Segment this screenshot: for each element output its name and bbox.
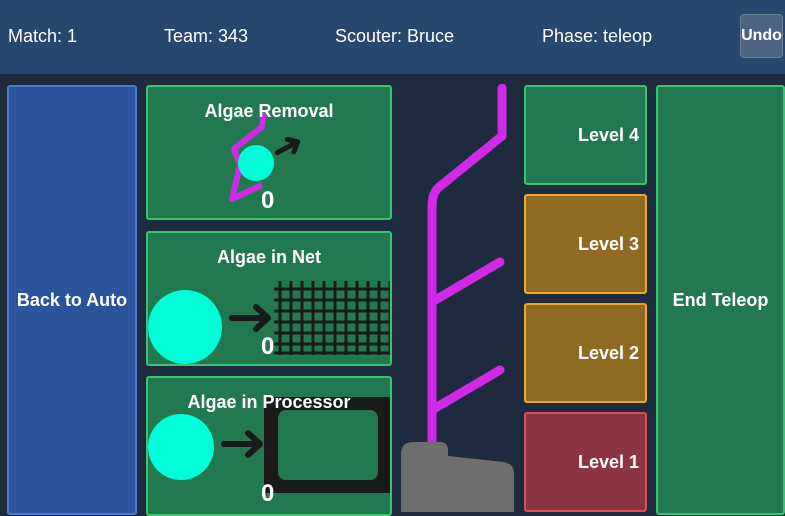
end-teleop-button[interactable]: End Teleop bbox=[656, 85, 785, 515]
reef-branch-icon bbox=[401, 84, 514, 512]
back-to-auto-label: Back to Auto bbox=[16, 289, 128, 310]
algae-in-processor-count: 0 bbox=[261, 480, 275, 507]
algae-ball-icon bbox=[148, 414, 214, 480]
team-label: Team: 343 bbox=[164, 26, 249, 46]
algae-removal-button[interactable]: Algae Removal 0 bbox=[146, 85, 392, 220]
arrow-right-icon bbox=[229, 304, 271, 332]
algae-in-net-title: Algae in Net bbox=[216, 247, 322, 267]
end-teleop-label: End Teleop bbox=[672, 289, 769, 310]
level-4-label: Level 4 bbox=[577, 124, 639, 145]
level-3-button[interactable]: Level 3 bbox=[524, 194, 647, 294]
arrow-right-icon bbox=[274, 136, 301, 156]
back-to-auto-button[interactable]: Back to Auto bbox=[7, 85, 137, 515]
arrow-right-icon bbox=[221, 430, 263, 458]
algae-in-processor-button[interactable]: Algae in Processor 0 bbox=[146, 376, 392, 516]
level-2-label: Level 2 bbox=[577, 342, 639, 363]
algae-in-net-button[interactable]: Algae in Net 0 bbox=[146, 231, 392, 366]
phase-label: Phase: teleop bbox=[542, 26, 653, 46]
level-1-button[interactable]: Level 1 bbox=[524, 412, 647, 512]
level-4-button[interactable]: Level 4 bbox=[524, 85, 647, 185]
net-grid-icon bbox=[274, 281, 390, 355]
algae-removal-count: 0 bbox=[261, 187, 275, 214]
level-2-button[interactable]: Level 2 bbox=[524, 303, 647, 403]
algae-ball-icon bbox=[148, 290, 222, 364]
match-label: Match: 1 bbox=[8, 26, 78, 46]
algae-in-net-count: 0 bbox=[261, 333, 275, 360]
algae-in-processor-title: Algae in Processor bbox=[187, 392, 351, 412]
scouter-label: Scouter: Bruce bbox=[335, 26, 455, 46]
undo-button[interactable]: Undo bbox=[740, 14, 783, 58]
header-bar: Match: 1 Team: 343 Scouter: Bruce Phase:… bbox=[0, 0, 785, 74]
level-1-label: Level 1 bbox=[577, 451, 639, 472]
algae-removal-title: Algae Removal bbox=[204, 101, 334, 121]
reef-base-icon bbox=[401, 442, 514, 512]
algae-ball-icon bbox=[238, 145, 274, 181]
level-3-label: Level 3 bbox=[577, 233, 639, 254]
